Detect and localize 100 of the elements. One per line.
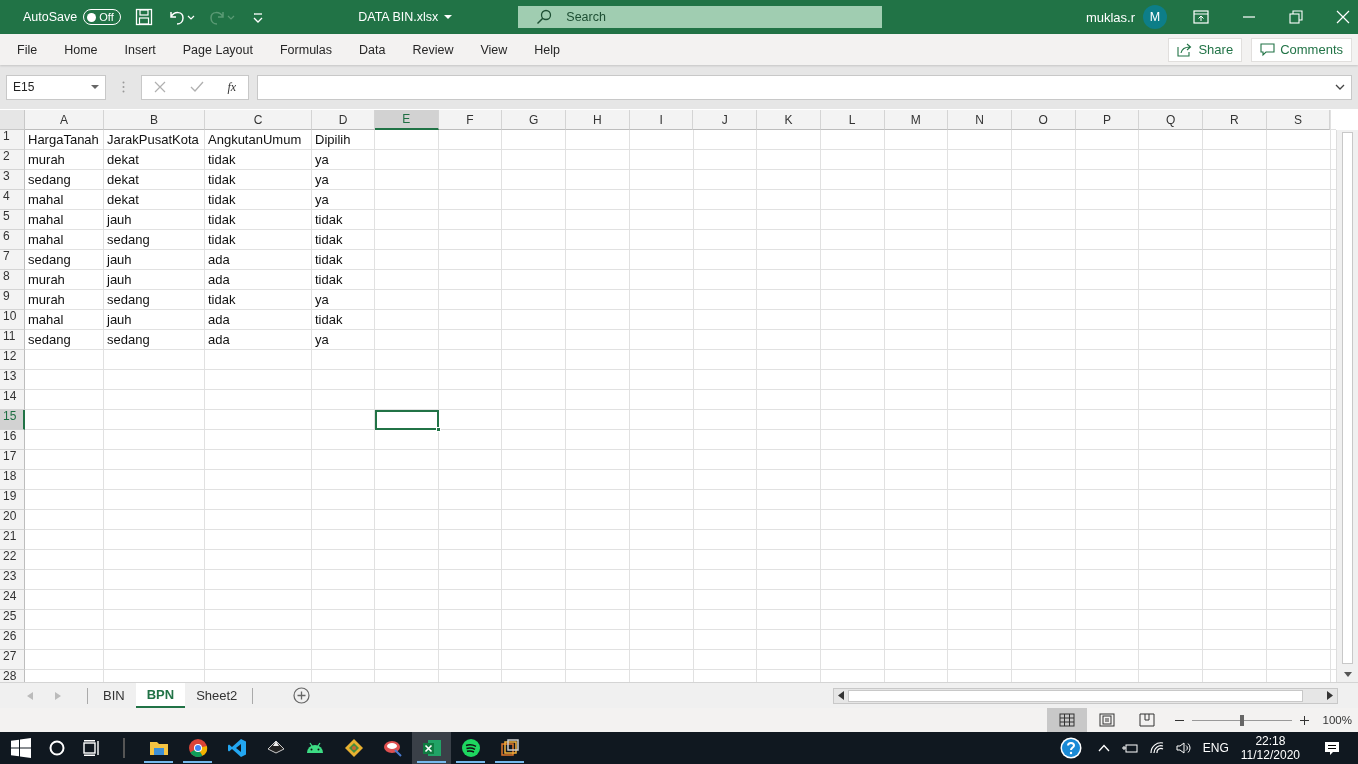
- column-header[interactable]: S: [1266, 110, 1331, 130]
- clock-time[interactable]: 22:18: [1255, 734, 1286, 748]
- column-header[interactable]: R: [1202, 110, 1267, 130]
- menu-tab[interactable]: Review: [404, 38, 462, 61]
- battery-icon[interactable]: [1121, 743, 1138, 753]
- table-cell-text: tidak: [207, 171, 237, 189]
- column-header[interactable]: D: [312, 110, 375, 130]
- column-header[interactable]: L: [820, 110, 885, 130]
- column-header[interactable]: K: [757, 110, 821, 130]
- help-icon[interactable]: [1059, 737, 1082, 759]
- zoom-level[interactable]: 100%: [1322, 714, 1352, 726]
- table-cell-text: sedang: [106, 231, 151, 249]
- comments-button[interactable]: Comments: [1251, 37, 1352, 62]
- menu-tab[interactable]: Data: [351, 38, 394, 61]
- row-header[interactable]: 10: [0, 310, 25, 330]
- table-cell-text: dekat: [106, 151, 140, 169]
- vertical-scrollbar[interactable]: [1336, 130, 1358, 682]
- row-header[interactable]: 28: [0, 670, 25, 682]
- row-header[interactable]: 24: [0, 590, 25, 610]
- column-header[interactable]: M: [884, 110, 949, 130]
- column-header[interactable]: Q: [1139, 110, 1203, 130]
- add-sheet-icon[interactable]: [293, 687, 311, 704]
- menu-tab[interactable]: Insert: [116, 38, 164, 61]
- row-header[interactable]: 2: [0, 150, 25, 170]
- share-button[interactable]: Share: [1168, 37, 1243, 62]
- row-header[interactable]: 1: [0, 130, 25, 150]
- avatar[interactable]: M: [1143, 5, 1167, 29]
- column-header[interactable]: E: [375, 110, 439, 130]
- volume-icon[interactable]: [1175, 742, 1191, 754]
- spreadsheet-taskbar-button[interactable]: [412, 732, 451, 764]
- column-header[interactable]: P: [1075, 110, 1140, 130]
- row-header[interactable]: 20: [0, 510, 25, 530]
- row-header[interactable]: 18: [0, 470, 25, 490]
- sheet-tab[interactable]: BPN: [135, 683, 186, 708]
- row-header[interactable]: 3: [0, 170, 25, 190]
- normal-view-button[interactable]: [1046, 708, 1087, 732]
- row-header[interactable]: 11: [0, 330, 25, 350]
- expand-icon[interactable]: [1335, 84, 1345, 90]
- row-header[interactable]: 7: [0, 250, 25, 270]
- wifi-icon[interactable]: [1149, 742, 1164, 754]
- formula-input[interactable]: [257, 74, 1352, 100]
- column-header[interactable]: B: [104, 110, 205, 130]
- row-header[interactable]: 15: [0, 410, 25, 430]
- row-header[interactable]: 14: [0, 390, 25, 410]
- menu-tab[interactable]: Page Layout: [174, 38, 261, 61]
- row-header[interactable]: 6: [0, 230, 25, 250]
- row-header[interactable]: 21: [0, 530, 25, 550]
- scroll-left-icon[interactable]: [838, 691, 844, 700]
- row-header[interactable]: 25: [0, 610, 25, 630]
- row-header[interactable]: 17: [0, 450, 25, 470]
- caret-icon: [444, 14, 453, 20]
- row-header[interactable]: 12: [0, 350, 25, 370]
- task-view-icon[interactable]: [83, 740, 101, 756]
- column-header[interactable]: F: [438, 110, 503, 130]
- column-header[interactable]: G: [502, 110, 567, 130]
- row-header[interactable]: 4: [0, 190, 25, 210]
- row-header[interactable]: 22: [0, 550, 25, 570]
- menu-tab[interactable]: View: [472, 38, 516, 61]
- insert-function-button[interactable]: fx: [227, 79, 237, 95]
- row-header[interactable]: 23: [0, 570, 25, 590]
- chevron-up-icon[interactable]: [1097, 744, 1110, 752]
- file-name[interactable]: DATA BIN.xlsx: [358, 10, 453, 24]
- name-box[interactable]: E15: [6, 74, 106, 100]
- zoom-in-icon[interactable]: [1299, 715, 1309, 725]
- search-circle-icon[interactable]: [49, 740, 65, 756]
- column-header[interactable]: H: [566, 110, 630, 130]
- row-header[interactable]: 9: [0, 290, 25, 310]
- sheet-tab[interactable]: Sheet2: [185, 683, 249, 708]
- column-header[interactable]: O: [1011, 110, 1076, 130]
- active-cell[interactable]: [375, 410, 439, 430]
- column-header[interactable]: N: [948, 110, 1012, 130]
- column-header[interactable]: I: [629, 110, 694, 130]
- horizontal-scrollbar[interactable]: [833, 687, 1338, 704]
- windows-start-icon[interactable]: [11, 738, 31, 758]
- close-icon[interactable]: [1336, 10, 1350, 24]
- menu-tab[interactable]: File: [9, 38, 46, 61]
- user-name: muklas.r: [1085, 9, 1135, 25]
- scroll-right-icon[interactable]: [1327, 691, 1333, 700]
- menu-tab[interactable]: Help: [526, 38, 569, 61]
- row-header[interactable]: 19: [0, 490, 25, 510]
- ribbon-display-icon[interactable]: [1193, 10, 1209, 24]
- save-icon[interactable]: [135, 8, 154, 26]
- sheet-tab[interactable]: BIN: [92, 683, 136, 708]
- row-header[interactable]: 26: [0, 630, 25, 650]
- column-header[interactable]: J: [693, 110, 758, 130]
- row-header[interactable]: 8: [0, 270, 25, 290]
- row-header[interactable]: 16: [0, 430, 25, 450]
- language-indicator[interactable]: ENG: [1202, 741, 1229, 755]
- menu-tab[interactable]: Home: [56, 38, 106, 61]
- clock-date[interactable]: 11/12/2020: [1240, 748, 1300, 762]
- search-field[interactable]: Search: [518, 6, 883, 28]
- row-header[interactable]: 5: [0, 210, 25, 230]
- notifications-icon[interactable]: [1324, 740, 1340, 756]
- row-header[interactable]: 13: [0, 370, 25, 390]
- scroll-down-icon[interactable]: [1344, 672, 1352, 677]
- restore-icon[interactable]: [1289, 10, 1303, 24]
- row-header[interactable]: 27: [0, 650, 25, 670]
- column-header[interactable]: A: [25, 110, 104, 130]
- menu-tab[interactable]: Formulas: [271, 38, 341, 61]
- column-header[interactable]: C: [205, 110, 312, 130]
